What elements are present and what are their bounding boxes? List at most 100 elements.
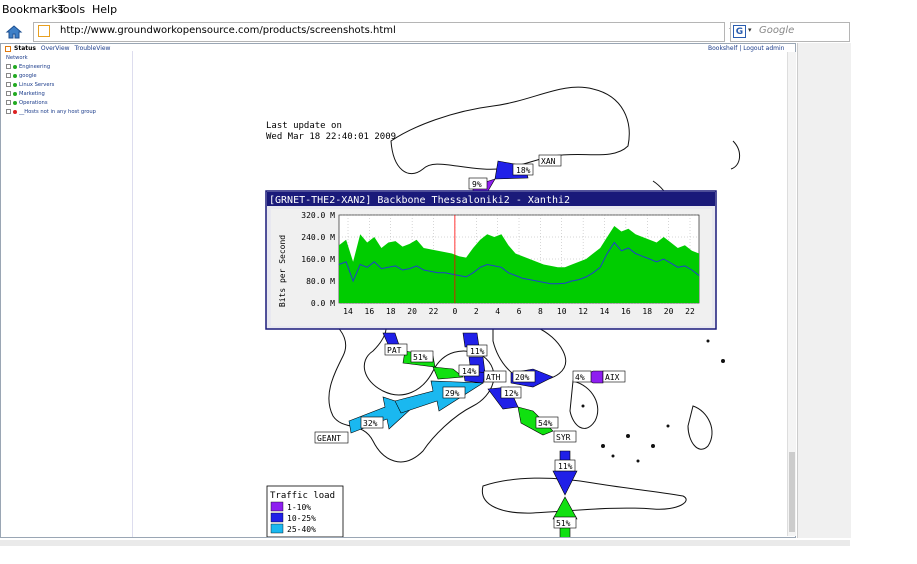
x-tick-label: 16 — [621, 307, 631, 316]
app-frame: Status OverView TroubleView Bookshelf | … — [0, 43, 796, 538]
legend-label: 1-10% — [287, 503, 311, 512]
x-tick-label: 8 — [538, 307, 543, 316]
x-tick-label: 12 — [578, 307, 588, 316]
link-label-aix: 4% — [575, 373, 585, 382]
popup-title: [GRNET-THE2-XAN2] Backbone Thessaloniki2… — [269, 195, 570, 206]
link-label-ath-e: 20% — [515, 373, 530, 382]
tree-item[interactable]: Marketing — [6, 90, 131, 99]
island-dots — [581, 339, 725, 463]
x-tick-label: 22 — [429, 307, 439, 316]
legend-swatch — [270, 501, 284, 512]
update-timestamp: Wed Mar 18 22:40:01 2009 — [266, 132, 396, 142]
x-tick-label: 2 — [474, 307, 479, 316]
legend-swatch — [270, 523, 284, 534]
expand-icon[interactable] — [6, 109, 11, 114]
tree-item-label: Engineering — [19, 64, 51, 70]
site-favicon-icon — [38, 25, 50, 37]
x-tick-label: 4 — [495, 307, 500, 316]
y-tick-label: 80.0 M — [306, 277, 335, 286]
tab-troubleview[interactable]: TroubleView — [74, 45, 110, 52]
expand-icon[interactable] — [6, 73, 11, 78]
tab-status[interactable]: Status — [14, 45, 36, 52]
status-icon — [5, 45, 11, 52]
x-tick-label: 14 — [600, 307, 610, 316]
link-label-syr-s: 11% — [558, 462, 573, 471]
status-dot-icon — [13, 82, 17, 87]
search-bar[interactable]: G ▾ Google — [730, 22, 850, 42]
status-strip — [0, 540, 850, 546]
status-dot-icon — [13, 91, 17, 96]
link-label-xan-in: 18% — [516, 166, 531, 175]
expand-icon[interactable] — [6, 100, 11, 105]
node-syr[interactable]: SYR — [556, 433, 571, 442]
menu-tools[interactable]: Tools — [58, 3, 85, 16]
node-pat[interactable]: PAT — [387, 346, 402, 355]
navigation-bar: http://www.groundworkopensource.com/prod… — [0, 21, 850, 43]
status-dot-icon — [13, 73, 17, 78]
tree-item[interactable]: Engineering — [6, 63, 131, 72]
scrollbar-thumb[interactable] — [789, 452, 795, 532]
expand-icon[interactable] — [6, 82, 11, 87]
update-label: Last update on — [266, 121, 342, 131]
tab-overview[interactable]: OverView — [41, 45, 70, 52]
link-arrow-pat-ath[interactable] — [432, 366, 464, 380]
y-tick-label: 0.0 M — [311, 299, 335, 308]
tree-item[interactable]: google — [6, 72, 131, 81]
legend-swatch — [270, 512, 284, 523]
status-dot-icon — [13, 109, 17, 114]
link-label-geant-a: 29% — [445, 389, 460, 398]
legend-title: Traffic load — [270, 491, 335, 501]
y-tick-label: 160.0 M — [301, 255, 335, 264]
expand-icon[interactable] — [6, 91, 11, 96]
x-tick-label: 22 — [685, 307, 695, 316]
x-tick-label: 20 — [407, 307, 417, 316]
link-arrow-syr-s[interactable] — [552, 450, 578, 496]
tree-item[interactable]: __Hosts not in any host group — [6, 108, 131, 117]
link-label-pat: 51% — [413, 353, 428, 362]
x-tick-label: 18 — [642, 307, 652, 316]
node-ath[interactable]: ATH — [486, 373, 501, 382]
tree-item-label: google — [19, 73, 37, 79]
vertical-scrollbar[interactable] — [787, 52, 796, 536]
y-tick-label: 320.0 M — [301, 211, 335, 220]
link-label-ath-n: 11% — [470, 347, 485, 356]
y-tick-label: 240.0 M — [301, 233, 335, 242]
link-label-her: 51% — [556, 519, 571, 528]
host-tree: Network Engineering google Linux Servers… — [6, 54, 131, 117]
node-xan[interactable]: XAN — [541, 157, 556, 166]
tree-item[interactable]: Operations — [6, 99, 131, 108]
search-engine-dropdown-icon[interactable]: ▾ — [748, 26, 752, 34]
x-tick-label: 6 — [517, 307, 522, 316]
x-tick-label: 18 — [386, 307, 396, 316]
tree-item-label: __Hosts not in any host group — [19, 109, 96, 115]
node-aix[interactable]: AIX — [605, 373, 620, 382]
url-bar[interactable]: http://www.groundworkopensource.com/prod… — [33, 22, 754, 42]
side-panel — [797, 43, 851, 538]
google-search-icon[interactable]: G — [733, 25, 746, 38]
x-tick-label: 20 — [664, 307, 674, 316]
link-label-syr-n: 54% — [538, 419, 553, 428]
x-tick-label: 0 — [452, 307, 457, 316]
home-icon[interactable] — [5, 23, 23, 41]
search-input[interactable]: Google — [759, 25, 794, 36]
tree-item-label: Marketing — [19, 91, 45, 97]
link-label-ath-s: 12% — [504, 389, 519, 398]
x-tick-label: 10 — [557, 307, 567, 316]
link-label-geant-b: 32% — [363, 419, 378, 428]
traffic-legend: Traffic load 1-10% 10-25% 25-40% — [266, 485, 344, 537]
menu-help[interactable]: Help — [92, 3, 117, 16]
status-dot-icon — [13, 100, 17, 105]
tree-item[interactable]: Linux Servers — [6, 81, 131, 90]
traffic-chart: 320.0 M240.0 M160.0 M80.0 M0.0 M14 16 18 20… — [301, 211, 700, 316]
url-text: http://www.groundworkopensource.com/prod… — [60, 25, 396, 36]
menu-bookmarks[interactable]: Bookmarks — [2, 3, 63, 16]
app-tabs: Status OverView TroubleView — [5, 45, 110, 52]
chart-ylabel: Bits per Second — [278, 235, 287, 307]
node-geant[interactable]: GEANT — [317, 434, 341, 443]
tree-item-label: Linux Servers — [19, 82, 55, 88]
expand-icon[interactable] — [6, 64, 11, 69]
link-label-ath-w: 14% — [462, 367, 477, 376]
menu-bar: Bookmarks Tools Help — [0, 0, 850, 20]
legend-label: 10-25% — [287, 514, 316, 523]
link-label-xan-out: 9% — [472, 180, 482, 189]
